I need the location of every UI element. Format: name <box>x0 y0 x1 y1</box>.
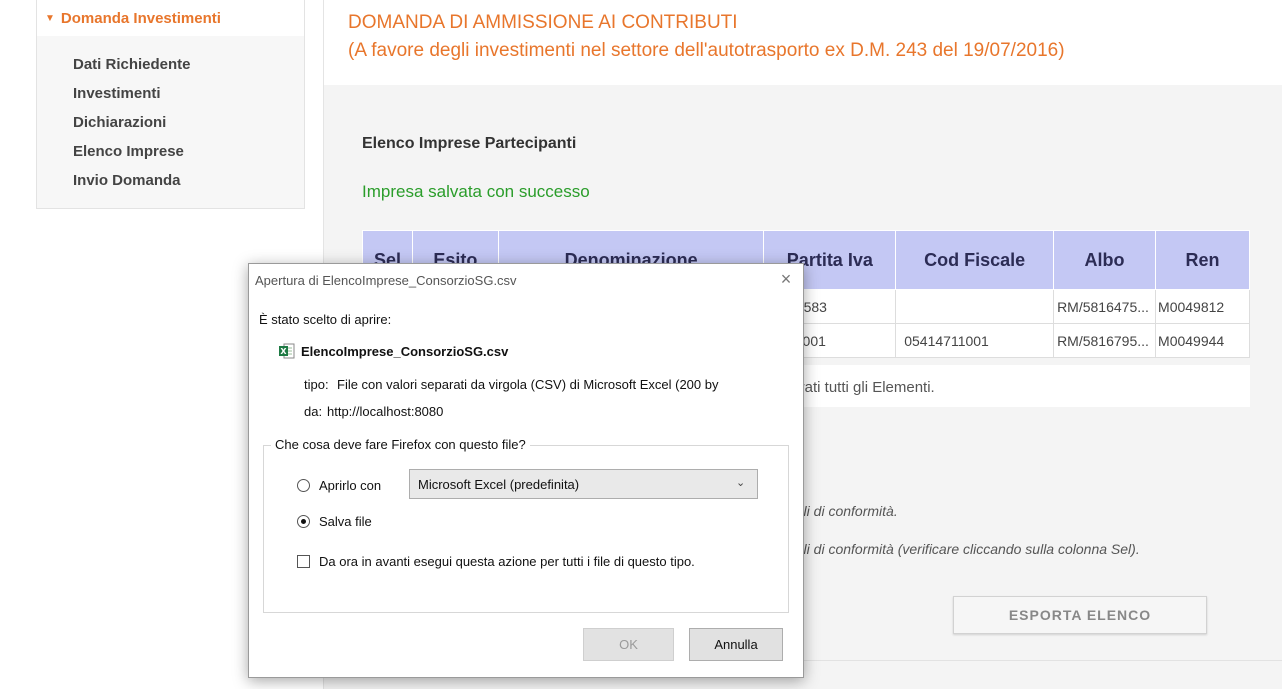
excel-file-icon: X <box>279 343 295 359</box>
note-line-1: rolli di conformità. <box>788 503 898 519</box>
column-header-ren[interactable]: Ren <box>1155 230 1250 290</box>
page-title: DOMANDA DI AMMISSIONE AI CONTRIBUTI <box>348 12 738 33</box>
dialog-title: Apertura di ElencoImprese_ConsorzioSG.cs… <box>255 273 517 288</box>
column-header-albo[interactable]: Albo <box>1053 230 1157 290</box>
file-source-label: da: <box>304 404 323 419</box>
sidebar-item-dati-richiedente[interactable]: Dati Richiedente <box>73 56 191 73</box>
export-list-button[interactable]: ESPORTA ELENCO <box>953 596 1207 634</box>
action-question: Che cosa deve fare Firefox con questo fi… <box>271 437 530 452</box>
cell-cod-fiscale <box>895 289 1055 324</box>
application-select[interactable]: Microsoft Excel (predefinita) ⌄ <box>409 469 758 499</box>
file-name: ElencoImprese_ConsorzioSG.csv <box>301 344 509 359</box>
file-type-value: File con valori separati da virgola (CSV… <box>337 377 719 392</box>
save-file-label[interactable]: Salva file <box>319 514 372 529</box>
section-title: Elenco Imprese Partecipanti <box>362 135 577 152</box>
cell-albo: RM/5816795... <box>1053 323 1157 358</box>
sidebar-title[interactable]: ▼ Domanda Investimenti <box>45 10 221 27</box>
cell-cod-fiscale: 05414711001 <box>895 323 1055 358</box>
sidebar-item-invio-domanda[interactable]: Invio Domanda <box>73 172 181 189</box>
svg-text:X: X <box>280 347 287 356</box>
note-line-2: rolli di conformità (verificare cliccand… <box>788 541 1140 557</box>
open-with-label[interactable]: Aprirlo con <box>319 478 381 493</box>
triangle-down-icon: ▼ <box>45 13 55 24</box>
download-dialog: Apertura di ElencoImprese_ConsorzioSG.cs… <box>248 263 804 678</box>
sidebar-item-elenco-imprese[interactable]: Elenco Imprese <box>73 143 184 160</box>
file-type-label: tipo: <box>304 377 329 392</box>
chevron-down-icon: ⌄ <box>736 477 746 489</box>
table-footer-text: strati tutti gli Elementi. <box>788 379 935 396</box>
cell-albo: RM/5816475... <box>1053 289 1157 324</box>
success-message: Impresa salvata con successo <box>362 182 590 201</box>
file-source-value: http://localhost:8080 <box>327 404 444 419</box>
cell-ren: M0049944 <box>1155 323 1250 358</box>
cell-ren: M0049812 <box>1155 289 1250 324</box>
sidebar-item-dichiarazioni[interactable]: Dichiarazioni <box>73 114 166 131</box>
chosen-label: È stato scelto di aprire: <box>259 312 392 327</box>
page-subtitle: (A favore degli investimenti nel settore… <box>348 40 1065 61</box>
application-select-value: Microsoft Excel (predefinita) <box>418 477 580 492</box>
cancel-button[interactable]: Annulla <box>689 628 783 661</box>
save-file-radio[interactable] <box>297 515 310 528</box>
sidebar-item-investimenti[interactable]: Investimenti <box>73 85 161 102</box>
open-with-radio[interactable] <box>297 479 310 492</box>
sidebar: ▼ Domanda Investimenti Dati Richiedente I… <box>36 0 305 209</box>
ok-button[interactable]: OK <box>583 628 674 661</box>
close-icon[interactable]: × <box>775 268 797 290</box>
remember-checkbox[interactable] <box>297 555 310 568</box>
column-header-cod-fiscale[interactable]: Cod Fiscale <box>895 230 1055 290</box>
remember-label[interactable]: Da ora in avanti esegui questa azione pe… <box>319 554 695 569</box>
